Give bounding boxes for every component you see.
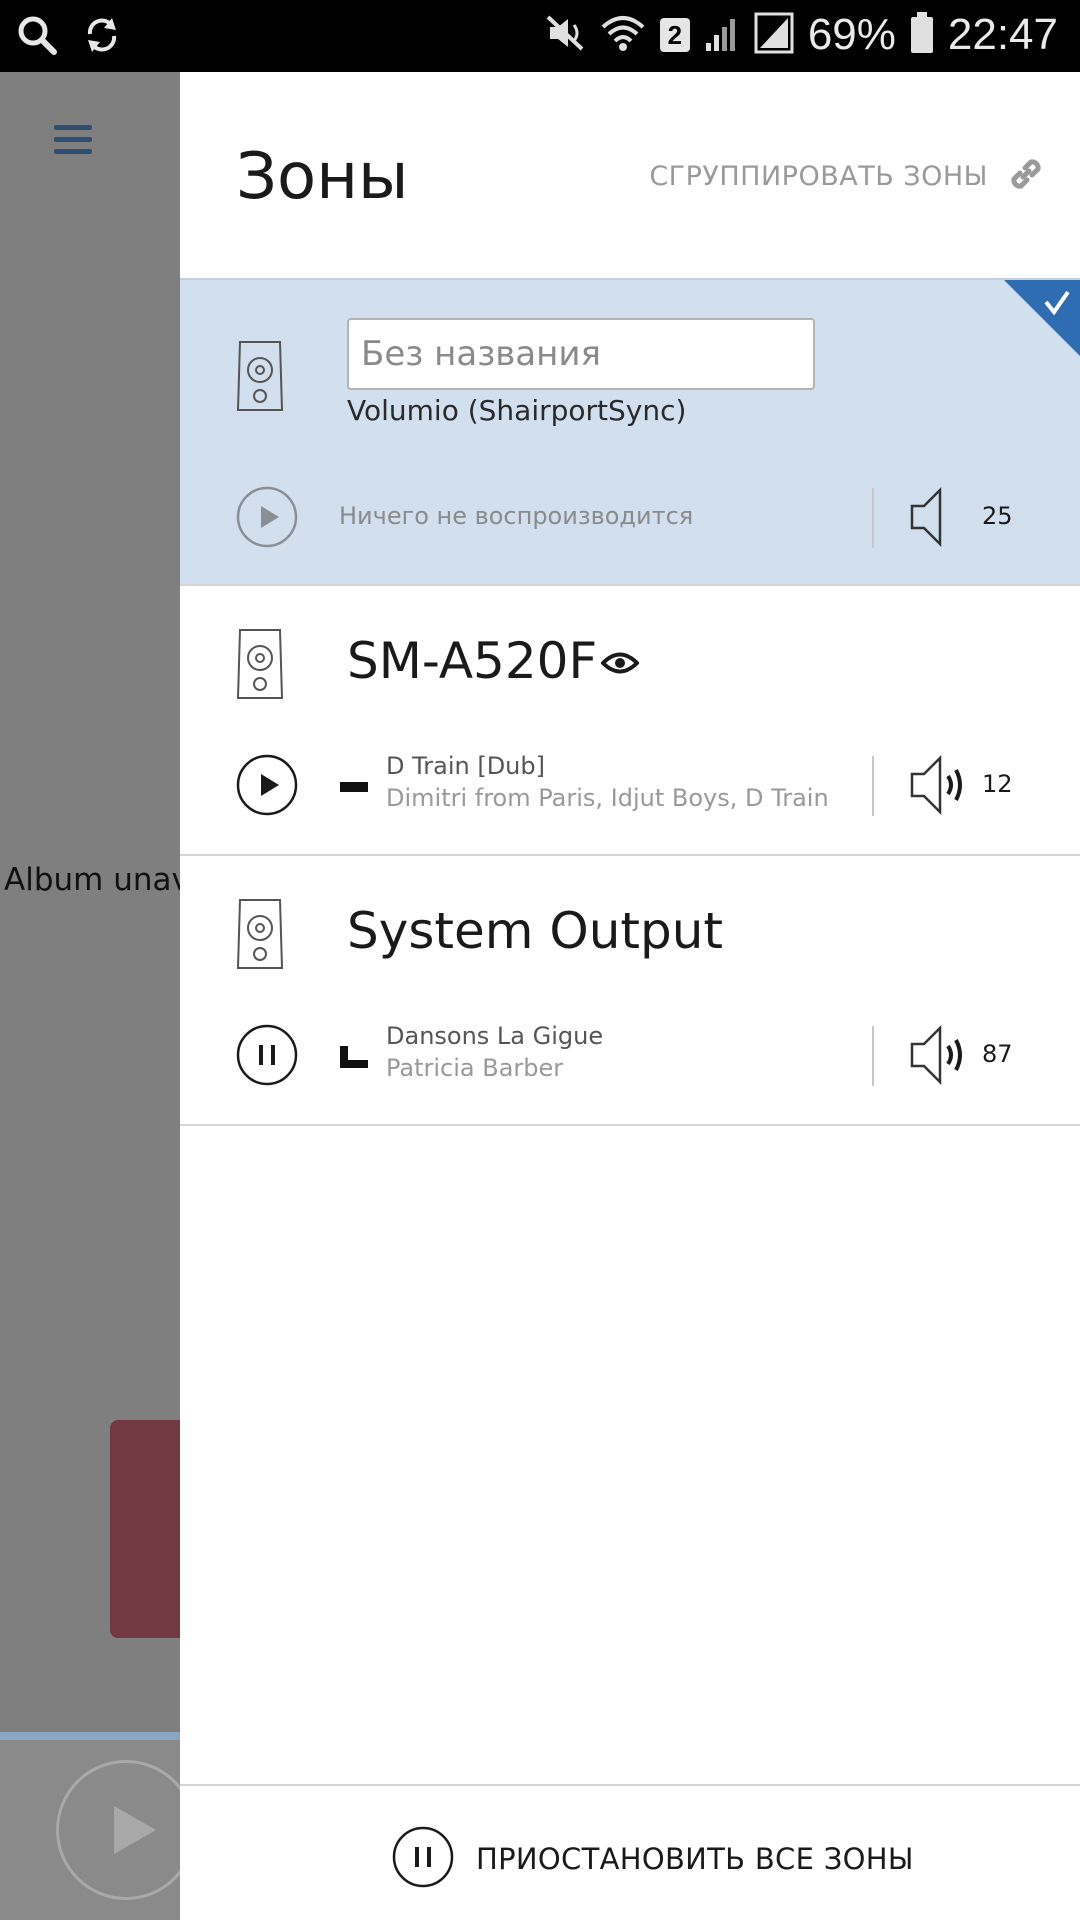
speaker-icon xyxy=(236,338,284,418)
background-app: Album unav xyxy=(0,72,180,1920)
speaker-icon xyxy=(236,626,284,706)
sync-icon xyxy=(82,14,122,60)
divider xyxy=(872,1026,874,1086)
eye-icon xyxy=(600,632,641,690)
speaker-icon xyxy=(236,896,284,976)
checkmark-icon xyxy=(1004,280,1080,356)
signal-icon xyxy=(704,13,740,57)
divider xyxy=(872,488,874,548)
page-title: Зоны xyxy=(236,140,409,214)
search-icon xyxy=(16,14,58,60)
group-zones-label: СГРУППИРОВАТЬ ЗОНЫ xyxy=(649,160,988,192)
track-artist: Dimitri from Paris, Idjut Boys, D Train xyxy=(386,784,829,812)
volume-value: 87 xyxy=(982,1040,1013,1068)
link-icon xyxy=(1006,154,1046,198)
zone-item[interactable]: SM-A520F D Train [Dub] Dimitri from Pari… xyxy=(180,586,1080,856)
sim-badge: 2 xyxy=(659,18,690,52)
pause-all-zones-button[interactable]: ПРИОСТАНОВИТЬ ВСЕ ЗОНЫ xyxy=(392,1826,914,1892)
drawer-footer: ПРИОСТАНОВИТЬ ВСЕ ЗОНЫ xyxy=(180,1784,1080,1920)
battery-icon xyxy=(910,12,934,58)
wifi-icon xyxy=(600,13,646,57)
pause-all-label: ПРИОСТАНОВИТЬ ВСЕ ЗОНЫ xyxy=(476,1842,914,1876)
progress-bar xyxy=(0,1732,180,1740)
battery-percent: 69% xyxy=(807,10,896,59)
volume-value: 12 xyxy=(982,770,1013,798)
clock: 22:47 xyxy=(947,10,1058,59)
play-button[interactable] xyxy=(236,754,298,816)
menu-icon[interactable] xyxy=(54,124,92,160)
album-thumbnail xyxy=(340,1044,368,1068)
track-title: Dansons La Gigue xyxy=(386,1022,604,1050)
playback-status: Ничего не воспроизводится xyxy=(339,502,694,530)
zone-item[interactable]: Volumio (ShairportSync) Ничего не воспро… xyxy=(180,278,1080,586)
divider xyxy=(872,756,874,816)
pause-icon xyxy=(392,1826,454,1892)
group-zones-button[interactable]: СГРУППИРОВАТЬ ЗОНЫ xyxy=(649,154,1046,198)
drawer-header: Зоны СГРУППИРОВАТЬ ЗОНЫ xyxy=(180,72,1080,280)
pause-button[interactable] xyxy=(236,1024,298,1086)
signal-icon xyxy=(754,12,794,58)
mute-icon xyxy=(546,13,586,57)
album-thumbnail xyxy=(340,778,368,794)
volume-icon[interactable] xyxy=(908,486,964,552)
volume-value: 25 xyxy=(982,502,1013,530)
zone-name: SM-A520F xyxy=(347,632,641,690)
volume-icon[interactable] xyxy=(908,754,970,820)
zones-drawer: Зоны СГРУППИРОВАТЬ ЗОНЫ Volumio (Shairpo… xyxy=(180,72,1080,1920)
track-title: D Train [Dub] xyxy=(386,752,545,780)
album-unavailable-text: Album unav xyxy=(4,862,180,898)
play-button[interactable] xyxy=(236,486,298,548)
play-button[interactable] xyxy=(56,1760,180,1900)
zone-item[interactable]: System Output Dansons La Gigue Patricia … xyxy=(180,856,1080,1126)
status-bar: 2 69% 22:47 xyxy=(0,0,1080,72)
zone-name-text: SM-A520F xyxy=(347,632,598,690)
zone-name-input[interactable] xyxy=(347,318,815,390)
zone-name: System Output xyxy=(347,902,723,960)
background-card xyxy=(110,1420,180,1638)
zone-name-text: System Output xyxy=(347,902,724,960)
zone-subtitle: Volumio (ShairportSync) xyxy=(347,394,687,427)
track-artist: Patricia Barber xyxy=(386,1054,564,1082)
volume-icon[interactable] xyxy=(908,1024,970,1090)
